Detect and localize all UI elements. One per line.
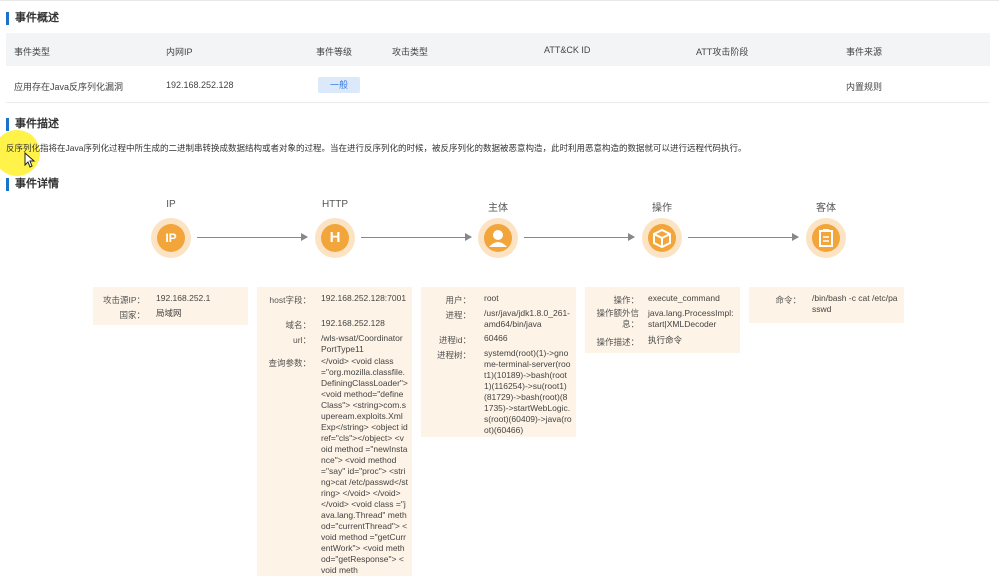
- top-divider: [0, 0, 999, 1]
- url-key: url：: [293, 335, 311, 345]
- flow-label-ip: IP: [166, 199, 176, 210]
- user-key: 用户：: [445, 295, 471, 305]
- operation-extra-value: java.lang.ProcessImpl:start|XMLDecoder: [648, 308, 734, 329]
- pid-key: 进程id：: [438, 335, 471, 345]
- arrow-operation-object: [688, 233, 799, 241]
- process-value: /usr/java/jdk1.8.0_261-amd64/bin/java: [484, 308, 570, 329]
- operation-extra-key: 操作额外信息：: [596, 308, 639, 329]
- mouse-cursor-icon: [24, 152, 36, 168]
- country-key: 国家：: [119, 310, 145, 320]
- subject-detail-card: 用户： root 进程： /usr/java/jdk1.8.0_261-amd6…: [421, 287, 576, 437]
- ip-icon: IP: [157, 224, 185, 252]
- user-icon: [484, 224, 512, 252]
- query-key: 查询参数：: [268, 358, 311, 368]
- flow-label-http: HTTP: [321, 199, 349, 210]
- operation-desc-key: 操作描述：: [596, 337, 639, 347]
- header-event-type: 事件类型: [14, 47, 51, 57]
- event-level-badge: 一般: [318, 77, 360, 93]
- object-detail-card: 命令： /bin/bash -c cat /etc/passwd: [749, 287, 904, 323]
- ip-detail-card: 攻击源IP： 192.168.252.1 国家： 局域网: [93, 287, 248, 325]
- arrow-ip-http: [197, 233, 308, 241]
- process-key: 进程：: [445, 310, 471, 320]
- header-attck-id: ATT&CK ID: [544, 45, 591, 55]
- http-detail-card: host字段： 192.168.252.128:7001 域名： 192.168…: [257, 287, 412, 576]
- country-value: 局域网: [156, 308, 182, 318]
- header-event-source: 事件来源: [846, 47, 883, 57]
- event-source-value: 内置规则: [846, 82, 883, 92]
- arrow-http-subject: [361, 233, 472, 241]
- command-key: 命令：: [775, 295, 801, 305]
- arrow-subject-operation: [524, 233, 635, 241]
- subject-node[interactable]: [478, 218, 518, 258]
- details-title: 事件详情: [6, 178, 59, 191]
- operation-desc-value: 执行命令: [648, 335, 683, 345]
- user-value: root: [484, 293, 499, 303]
- command-value: /bin/bash -c cat /etc/passwd: [812, 293, 898, 314]
- box-icon: [648, 224, 676, 252]
- process-tree-value: systemd(root)(1)->gnome-terminal-server(…: [484, 348, 572, 435]
- header-attack-type: 攻击类型: [392, 47, 429, 57]
- operation-node[interactable]: [642, 218, 682, 258]
- host-value: 192.168.252.128:7001: [321, 293, 407, 303]
- description-text: 反序列化指将在Java序列化过程中所生成的二进制串转换成数据结构或者对象的过程。…: [6, 143, 747, 153]
- ip-node[interactable]: IP: [151, 218, 191, 258]
- table-row[interactable]: 应用存在Java反序列化漏洞 192.168.252.128 一般 内置规则: [6, 68, 990, 103]
- query-value: </void> <void class ="org.mozilla.classf…: [321, 356, 408, 575]
- operation-value: execute_command: [648, 293, 720, 303]
- flow-label-subject: 主体: [488, 203, 508, 214]
- process-tree-key: 进程树：: [436, 350, 471, 360]
- host-key: host字段：: [269, 295, 311, 305]
- flow-label-operation: 操作: [652, 203, 672, 214]
- http-icon: H: [321, 224, 349, 252]
- header-event-level: 事件等级: [316, 47, 353, 57]
- operation-key: 操作：: [613, 295, 639, 305]
- attack-ip-key: 攻击源IP：: [102, 295, 145, 305]
- pid-value: 60466: [484, 333, 508, 343]
- attack-ip-value: 192.168.252.1: [156, 293, 211, 303]
- overview-title: 事件概述: [6, 12, 59, 25]
- event-type-value: 应用存在Java反序列化漏洞: [14, 82, 124, 92]
- internal-ip-value: 192.168.252.128: [166, 80, 234, 90]
- description-title: 事件描述: [6, 118, 59, 131]
- overview-table-header: 事件类型 内网IP 事件等级 攻击类型 ATT&CK ID ATT攻击阶段 事件…: [6, 33, 990, 66]
- header-internal-ip: 内网IP: [166, 47, 193, 57]
- object-node[interactable]: [806, 218, 846, 258]
- url-value: /wls-wsat/CoordinatorPortType11: [321, 333, 403, 354]
- header-att-stage: ATT攻击阶段: [696, 47, 749, 57]
- http-node[interactable]: H: [315, 218, 355, 258]
- clipboard-icon: [812, 224, 840, 252]
- domain-value: 192.168.252.128: [321, 318, 385, 328]
- flow-label-object: 客体: [816, 203, 836, 214]
- operation-detail-card: 操作： execute_command 操作额外信息： java.lang.Pr…: [585, 287, 740, 353]
- domain-key: 域名：: [285, 320, 311, 330]
